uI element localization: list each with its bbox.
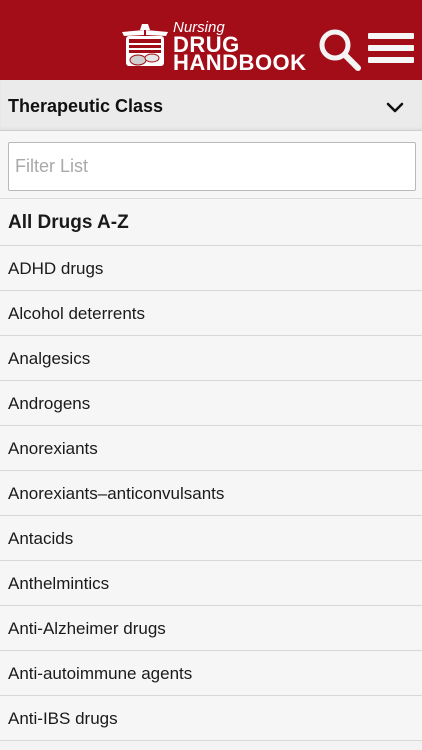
app-root: Nursing DRUG HANDBOOK Therapeutic Class … bbox=[0, 0, 422, 750]
list-item[interactable]: Alcohol deterrents bbox=[0, 291, 422, 336]
list-item[interactable]: Anorexiants bbox=[0, 426, 422, 471]
therapeutic-class-dropdown[interactable]: Therapeutic Class bbox=[0, 80, 422, 131]
search-button[interactable] bbox=[318, 28, 362, 72]
list-item-all-drugs[interactable]: All Drugs A-Z bbox=[0, 199, 422, 246]
list-item[interactable]: Antacids bbox=[0, 516, 422, 561]
list-item[interactable]: Androgens bbox=[0, 381, 422, 426]
dropdown-selected-label: Therapeutic Class bbox=[8, 96, 164, 116]
drug-handbook-logo-icon bbox=[122, 24, 168, 66]
filter-area bbox=[0, 131, 422, 199]
filter-list-input[interactable] bbox=[8, 142, 416, 191]
search-icon bbox=[319, 29, 361, 71]
list-item[interactable]: Anti-autoimmune agents bbox=[0, 651, 422, 696]
list-item[interactable]: Anorexiants–anticonvulsants bbox=[0, 471, 422, 516]
logo-title-line2: HANDBOOK bbox=[173, 50, 307, 75]
list-item[interactable]: Anthelmintics bbox=[0, 561, 422, 606]
chevron-down-icon bbox=[386, 102, 404, 113]
list-item[interactable]: Anti-IBS drugs bbox=[0, 696, 422, 741]
hamburger-menu-icon bbox=[368, 33, 414, 63]
list-item[interactable]: ADHD drugs bbox=[0, 246, 422, 291]
menu-button[interactable] bbox=[368, 33, 414, 67]
list-item[interactable]: Analgesics bbox=[0, 336, 422, 381]
app-logo[interactable]: Nursing DRUG HANDBOOK bbox=[120, 16, 310, 76]
drug-class-list: All Drugs A-Z ADHD drugs Alcohol deterre… bbox=[0, 199, 422, 741]
list-item[interactable]: Anti-Alzheimer drugs bbox=[0, 606, 422, 651]
app-header: Nursing DRUG HANDBOOK bbox=[0, 0, 422, 80]
